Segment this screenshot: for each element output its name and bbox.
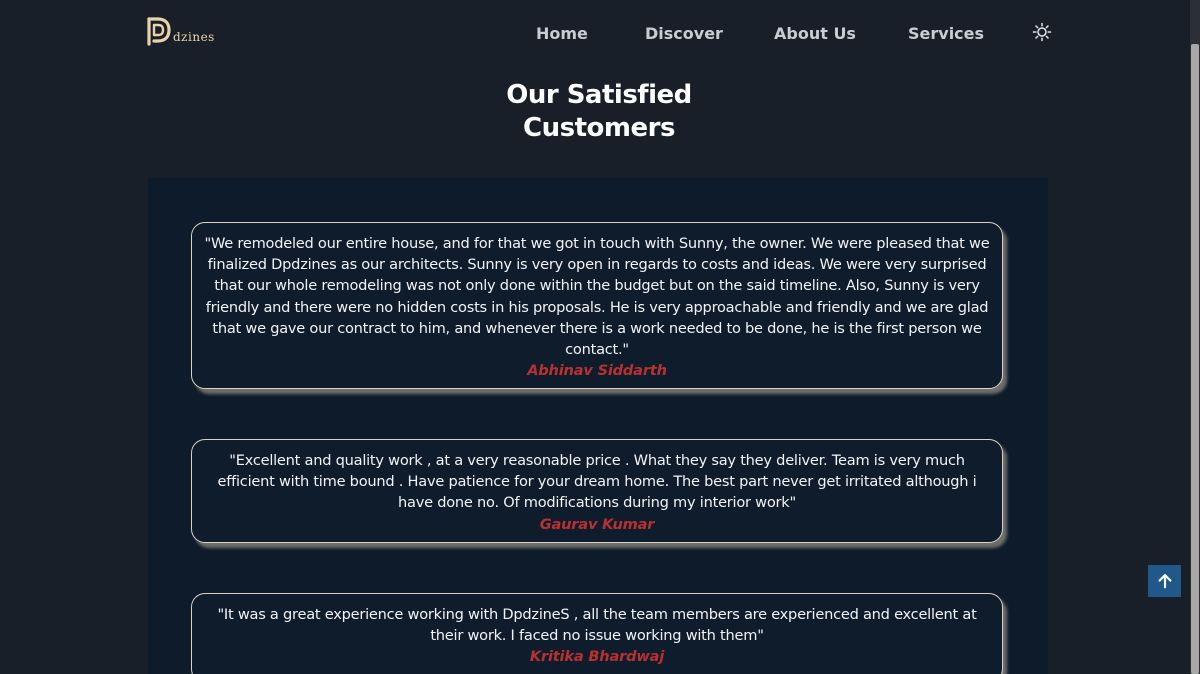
testimonial-card: "It was a great experience working with … — [191, 593, 1003, 674]
testimonial-card: "We remodeled our entire house, and for … — [191, 222, 1003, 389]
arrow-up-icon — [1158, 574, 1171, 589]
logo-text: dzines — [173, 30, 215, 44]
nav-discover[interactable]: Discover — [645, 24, 723, 43]
theme-toggle-button[interactable] — [1032, 22, 1052, 42]
testimonial-quote: "Excellent and quality work , at a very … — [217, 452, 977, 512]
title-line-1: Our Satisfied — [506, 80, 692, 110]
scrollbar-thumb[interactable] — [1191, 44, 1199, 674]
testimonial-card: "Excellent and quality work , at a very … — [191, 439, 1003, 543]
page: dzines Home Discover About Us Services O… — [0, 0, 1200, 674]
navbar: dzines Home Discover About Us Services — [0, 0, 1190, 70]
brand-logo[interactable]: dzines — [146, 16, 215, 46]
back-to-top-button[interactable] — [1148, 565, 1181, 597]
nav-about-us[interactable]: About Us — [774, 24, 856, 43]
testimonial-quote: "It was a great experience working with … — [217, 606, 977, 645]
page-title: Our Satisfied Customers — [0, 79, 1198, 145]
nav-home[interactable]: Home — [536, 24, 588, 43]
scrollbar-track[interactable] — [1190, 0, 1200, 674]
sun-icon — [1032, 22, 1052, 42]
testimonials-panel: "We remodeled our entire house, and for … — [148, 178, 1048, 674]
testimonial-author: Gaurav Kumar — [539, 515, 655, 533]
nav-services[interactable]: Services — [908, 24, 984, 43]
testimonial-author: Abhinav Siddarth — [527, 362, 667, 380]
testimonial-author: Kritika Bhardwaj — [529, 648, 665, 666]
title-line-2: Customers — [523, 113, 675, 143]
logo-icon — [147, 17, 171, 46]
testimonial-quote: "We remodeled our entire house, and for … — [204, 235, 990, 359]
